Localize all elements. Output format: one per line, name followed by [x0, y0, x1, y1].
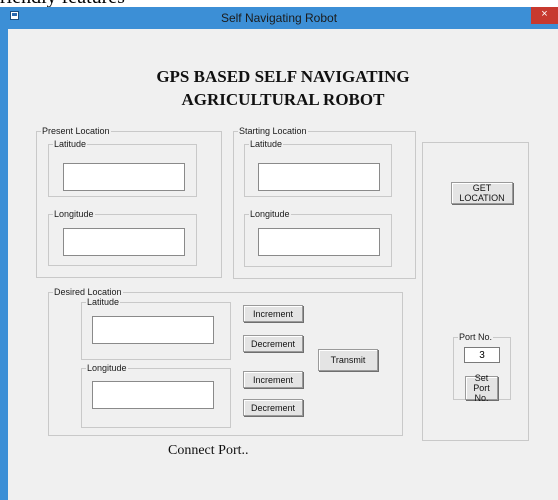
- set-port-button[interactable]: Set Port No.: [465, 373, 498, 403]
- longitude-decrement-button[interactable]: Decrement: [243, 399, 303, 416]
- desired-latitude-label: Latitude: [87, 297, 120, 307]
- present-location-legend: Present Location: [42, 126, 110, 136]
- set-port-label-line1: Set Port: [473, 373, 490, 393]
- title-bar[interactable]: Self Navigating Robot ×: [0, 7, 558, 29]
- app-heading-line1: GPS BASED SELF NAVIGATING: [156, 67, 410, 86]
- starting-latitude-label: Latitude: [250, 139, 283, 149]
- connection-status-text: Connect Port..: [168, 443, 249, 458]
- desired-latitude-field[interactable]: [92, 316, 214, 344]
- transmit-button[interactable]: Transmit: [318, 349, 378, 371]
- app-heading-line2: AGRICULTURAL ROBOT: [181, 90, 385, 109]
- desired-longitude-field[interactable]: [92, 381, 214, 409]
- present-longitude-field[interactable]: [63, 228, 185, 256]
- latitude-decrement-button[interactable]: Decrement: [243, 335, 303, 352]
- form-client-area: GPS BASED SELF NAVIGATING AGRICULTURAL R…: [8, 29, 558, 500]
- present-latitude-label: Latitude: [54, 139, 87, 149]
- starting-location-legend: Starting Location: [239, 126, 307, 136]
- port-number-field[interactable]: [464, 347, 500, 363]
- latitude-increment-button[interactable]: Increment: [243, 305, 303, 322]
- starting-longitude-field[interactable]: [258, 228, 380, 256]
- get-location-button[interactable]: GET LOCATION: [451, 182, 513, 204]
- window-title: Self Navigating Robot: [220, 11, 338, 25]
- set-port-label-line2: No.: [474, 393, 489, 403]
- present-longitude-label: Longitude: [54, 209, 94, 219]
- starting-latitude-field[interactable]: [258, 163, 380, 191]
- longitude-increment-button[interactable]: Increment: [243, 371, 303, 388]
- app-window: Self Navigating Robot × GPS BASED SELF N…: [0, 7, 558, 500]
- starting-longitude-label: Longitude: [250, 209, 290, 219]
- port-number-label: Port No.: [459, 332, 493, 342]
- close-button[interactable]: ×: [531, 7, 558, 24]
- desired-location-legend: Desired Location: [54, 287, 122, 297]
- desired-longitude-label: Longitude: [87, 363, 127, 373]
- present-latitude-field[interactable]: [63, 163, 185, 191]
